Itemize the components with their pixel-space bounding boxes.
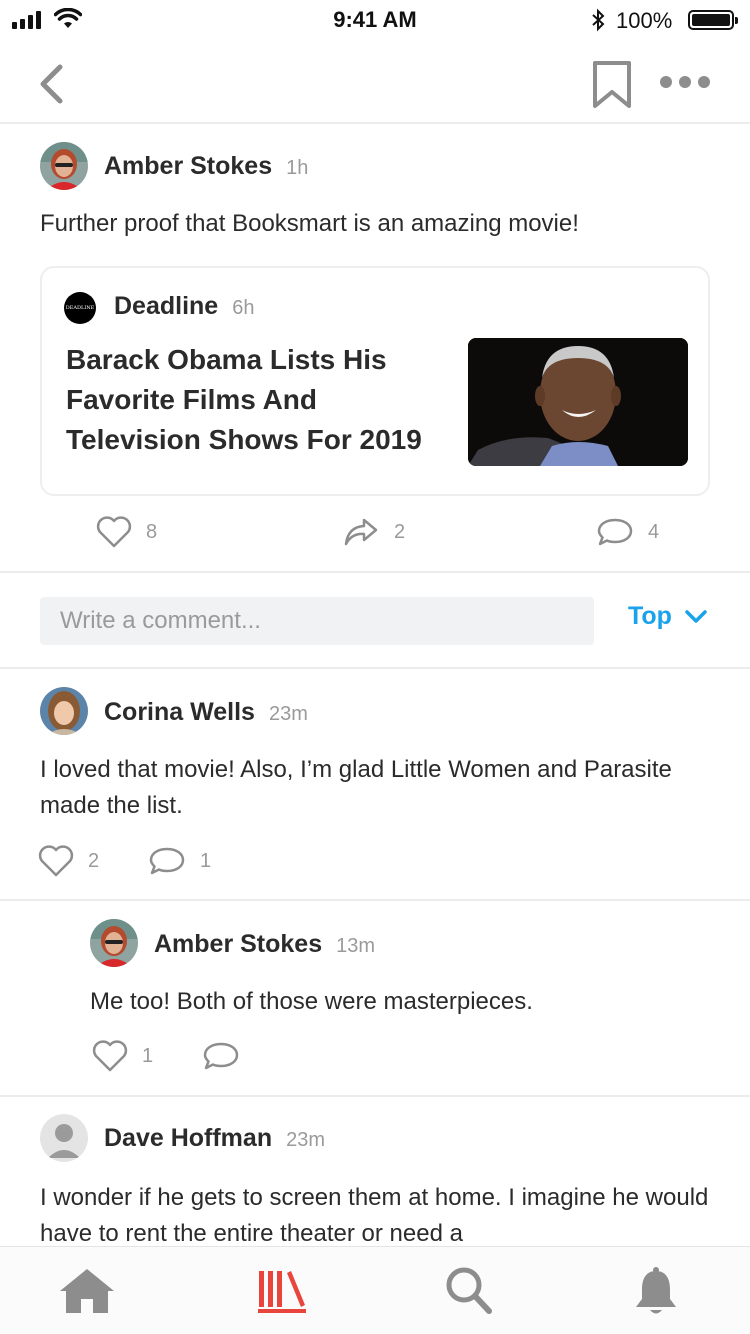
divider (0, 1095, 750, 1097)
comment-icon (203, 1042, 239, 1070)
comment-icon (597, 518, 633, 546)
home-icon[interactable] (57, 1265, 117, 1315)
nav-bar (0, 40, 750, 124)
reply-count: 1 (200, 849, 212, 872)
comment-count: 4 (648, 520, 660, 543)
battery-percentage: 100% (616, 8, 673, 33)
heart-icon (96, 516, 132, 548)
comment-text: Me too! Both of those were masterpieces. (90, 988, 533, 1015)
post-text: Further proof that Booksmart is an amazi… (40, 210, 579, 237)
chevron-down-icon (685, 609, 707, 623)
comment-text: I wonder if he gets to screen them at ho… (40, 1184, 709, 1247)
bluetooth-icon (592, 8, 605, 32)
card-headline[interactable]: Barack Obama Lists His Favorite Films An… (66, 340, 456, 460)
comment-time: 23m (286, 1129, 325, 1151)
source-name[interactable]: Deadline 6h (114, 292, 254, 321)
avatar[interactable] (90, 919, 138, 967)
bell-icon[interactable] (632, 1265, 680, 1317)
avatar[interactable] (40, 142, 88, 190)
share-icon (344, 518, 378, 546)
link-card[interactable]: DEADLINE Deadline 6h Barack Obama Lists H… (40, 266, 710, 496)
comment-author[interactable]: Amber Stokes 13m (154, 930, 375, 959)
card-thumbnail-image[interactable] (468, 338, 688, 466)
like-count: 8 (146, 520, 158, 543)
comment-author[interactable]: Dave Hoffman 23m (104, 1124, 325, 1153)
like-button[interactable]: 2 (38, 845, 99, 877)
library-icon[interactable] (256, 1265, 308, 1315)
divider (0, 899, 750, 901)
share-button[interactable]: 2 (342, 516, 405, 548)
reply-button[interactable] (202, 1040, 240, 1072)
back-icon[interactable] (36, 64, 66, 104)
avatar-placeholder-icon[interactable] (40, 1114, 88, 1162)
like-button[interactable]: 1 (92, 1040, 153, 1072)
divider (0, 571, 750, 573)
share-count: 2 (394, 520, 406, 543)
avatar[interactable] (40, 687, 88, 735)
battery-icon (688, 10, 738, 30)
like-count: 1 (142, 1044, 154, 1067)
comment-button[interactable]: 4 (596, 516, 659, 548)
source-logo: DEADLINE (64, 292, 96, 324)
comment-input[interactable] (40, 597, 594, 645)
sort-dropdown[interactable]: Top (628, 602, 708, 631)
search-icon[interactable] (444, 1265, 494, 1317)
reply-button[interactable]: 1 (148, 845, 211, 877)
like-count: 2 (88, 849, 100, 872)
comment-icon (149, 847, 185, 875)
comment-text: I loved that movie! Also, I’m glad Littl… (40, 756, 672, 819)
tab-bar (0, 1246, 750, 1334)
like-button[interactable]: 8 (96, 516, 157, 548)
comment-author[interactable]: Corina Wells 23m (104, 698, 308, 727)
post-time: 1h (286, 157, 309, 179)
comment-time: 13m (336, 935, 376, 957)
heart-icon (38, 845, 74, 877)
more-options-icon[interactable] (660, 76, 710, 88)
comment-time: 23m (268, 703, 308, 725)
status-bar: 9:41 AM 100% (0, 0, 750, 40)
heart-icon (92, 1040, 128, 1072)
card-time: 6h (232, 297, 255, 319)
bookmark-icon[interactable] (592, 60, 632, 110)
post-author[interactable]: Amber Stokes 1h (104, 152, 308, 181)
sort-label: Top (628, 602, 672, 630)
divider (0, 667, 750, 669)
